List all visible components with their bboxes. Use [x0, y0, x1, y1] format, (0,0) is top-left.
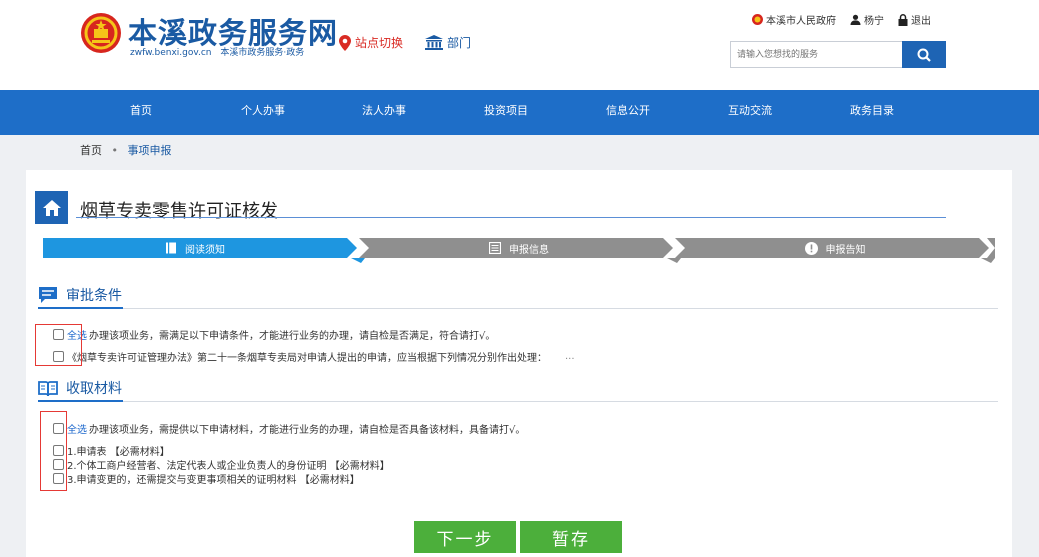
breadcrumb: 首页 • 事项申报 — [80, 142, 172, 158]
material-text: 1.申请表 【必需材料】 — [67, 447, 170, 458]
condition-item: 《烟草专卖许可证管理办法》第二十一条烟草专卖局对申请人提出的申请，应当根据下列情… — [53, 349, 575, 364]
main-nav: 首页 个人办事 法人办事 投资项目 信息公开 互动交流 政务目录 — [0, 90, 1039, 135]
form-icon — [489, 242, 501, 254]
site-domain: zwfw.benxi.gov.cn — [130, 48, 212, 58]
save-draft-button[interactable]: 暂存 — [520, 521, 622, 553]
conditions-intro: 办理该项业务，需满足以下申请条件，才能进行业务的办理，请自检是否满足，符合请打√… — [89, 331, 496, 342]
lock-icon — [898, 13, 908, 26]
next-step-button[interactable]: 下一步 — [414, 521, 516, 553]
search-input[interactable] — [730, 41, 914, 68]
location-pin-icon — [339, 34, 351, 51]
material-item: 3.申请变更的，还需提交与变更事项相关的证明材料 【必需材料】 — [53, 471, 360, 486]
condition-more[interactable]: ... — [565, 351, 575, 362]
step-label: 阅读须知 — [185, 244, 225, 256]
material-text: 3.申请变更的，还需提交与变更事项相关的证明材料 【必需材料】 — [67, 475, 360, 486]
site-switch-label: 站点切换 — [355, 36, 404, 50]
checkbox-highlight-box — [35, 324, 82, 366]
breadcrumb-home[interactable]: 首页 — [80, 144, 102, 157]
nav-item-legal[interactable]: 法人办事 — [362, 90, 406, 135]
nav-item-home[interactable]: 首页 — [130, 90, 152, 135]
top-links: 本溪市人民政府 杨宁 退出 — [752, 12, 945, 27]
logout-label: 退出 — [911, 16, 931, 27]
site-switch-link[interactable]: 站点切换 — [339, 34, 403, 51]
emblem-small-icon — [752, 14, 763, 25]
materials-heading: 收取材料 — [38, 377, 122, 399]
nav-item-interaction[interactable]: 互动交流 — [728, 90, 772, 135]
step-declare-notice[interactable]: 申报告知 — [685, 238, 985, 258]
step-read-notice[interactable]: 阅读须知 — [43, 238, 347, 258]
step-label: 申报信息 — [509, 244, 549, 256]
nav-item-investment[interactable]: 投资项目 — [484, 90, 528, 135]
material-text: 2.个体工商户经营者、法定代表人或企业负责人的身份证明 【必需材料】 — [67, 461, 390, 472]
checkbox-highlight-box — [40, 411, 67, 491]
search-button[interactable] — [902, 41, 946, 68]
materials-divider — [38, 401, 998, 402]
user-name: 杨宁 — [864, 16, 884, 27]
conditions-underline — [38, 307, 123, 309]
site-header: 本溪政务服务网 zwfw.benxi.gov.cn 本溪市政务服务·政务 站点切… — [0, 0, 1039, 90]
breadcrumb-separator: • — [111, 144, 119, 157]
conditions-select-all-row: 全选 办理该项业务，需满足以下申请条件，才能进行业务的办理，请自检是否满足，符合… — [53, 327, 495, 342]
department-link[interactable]: 部门 — [425, 34, 471, 51]
user-link[interactable]: 杨宁 — [850, 12, 884, 27]
nav-item-disclosure[interactable]: 信息公开 — [606, 90, 650, 135]
materials-select-all-row: 全选 办理该项业务，需提供以下申请材料，才能进行业务的办理，请自检是否具备该材料… — [53, 421, 525, 436]
page-title: 烟草专卖零售许可证核发 — [80, 201, 278, 222]
conditions-title: 审批条件 — [66, 288, 122, 304]
gov-link-label: 本溪市人民政府 — [766, 16, 836, 27]
building-icon — [425, 35, 443, 50]
materials-underline — [38, 400, 123, 402]
national-emblem-icon — [81, 13, 121, 53]
nav-item-personal[interactable]: 个人办事 — [241, 90, 285, 135]
step-declare-info[interactable]: 申报信息 — [369, 238, 669, 258]
site-sub-name: 本溪市政务服务·政务 — [220, 48, 305, 58]
condition-text: 《烟草专卖许可证管理办法》第二十一条烟草专卖局对申请人提出的申请，应当根据下列情… — [67, 353, 547, 364]
department-label: 部门 — [447, 36, 472, 50]
home-icon — [35, 191, 68, 224]
book-open-icon — [38, 380, 58, 396]
search-icon — [917, 48, 931, 62]
materials-intro: 办理该项业务，需提供以下申请材料，才能进行业务的办理，请自检是否具备该材料，具备… — [89, 425, 526, 436]
material-item: 1.申请表 【必需材料】 — [53, 443, 170, 458]
title-underline — [76, 217, 946, 218]
materials-select-all-link[interactable]: 全选 — [67, 421, 87, 436]
material-item: 2.个体工商户经营者、法定代表人或企业负责人的身份证明 【必需材料】 — [53, 457, 390, 472]
materials-title: 收取材料 — [66, 381, 122, 397]
book-icon — [166, 242, 176, 254]
message-icon — [39, 287, 57, 303]
step-label: 申报告知 — [825, 244, 866, 256]
alert-icon — [804, 241, 818, 255]
breadcrumb-current: 事项申报 — [127, 144, 172, 157]
logout-link[interactable]: 退出 — [898, 12, 931, 27]
gov-link[interactable]: 本溪市人民政府 — [752, 12, 836, 27]
step-progress: 阅读须知 申报信息 申报告知 — [43, 236, 995, 264]
main-panel: 烟草专卖零售许可证核发 阅读须知 申报信息 申报告知 审批条件 全选 办理该项业… — [26, 170, 1012, 557]
search-box — [730, 41, 946, 68]
conditions-divider — [38, 308, 998, 309]
nav-item-catalog[interactable]: 政务目录 — [850, 90, 894, 135]
site-subtitle: zwfw.benxi.gov.cn 本溪市政务服务·政务 — [130, 45, 310, 58]
user-icon — [850, 14, 861, 25]
conditions-heading: 审批条件 — [38, 284, 122, 306]
